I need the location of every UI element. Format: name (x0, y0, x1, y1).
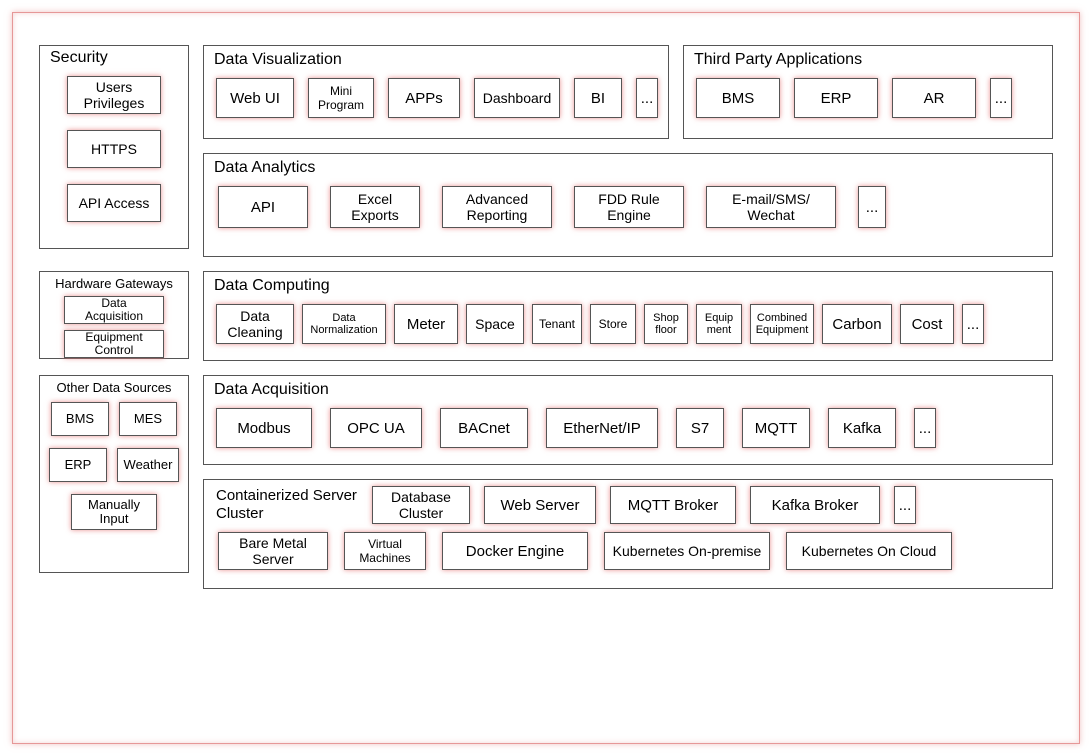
sc-docker-engine: Docker Engine (442, 532, 588, 570)
da-fdd: FDD Rule Engine (574, 186, 684, 228)
other-data-sources-panel: Other Data Sources BMS MES ERP Weather M… (39, 375, 189, 573)
daq-s7: S7 (676, 408, 724, 448)
data-analytics-title: Data Analytics (214, 158, 1044, 178)
dc-shop-floor: Shop floor (644, 304, 688, 344)
dc-combined-equipment: Combined Equipment (750, 304, 814, 344)
sc-k8s-onprem: Kubernetes On-premise (604, 532, 770, 570)
daq-more: ... (914, 408, 936, 448)
other-data-sources-title: Other Data Sources (46, 380, 182, 396)
right-bottom-group: Data Acquisition Modbus OPC UA BACnet Et… (203, 375, 1053, 589)
data-computing-title: Data Computing (214, 276, 1044, 296)
daq-opc-ua: OPC UA (330, 408, 422, 448)
hw-data-acquisition: Data Acquisition (64, 296, 164, 324)
dc-carbon: Carbon (822, 304, 892, 344)
sc-k8s-cloud: Kubernetes On Cloud (786, 532, 952, 570)
data-acquisition-title: Data Acquisition (214, 380, 1044, 400)
daq-modbus: Modbus (216, 408, 312, 448)
data-visualization-panel: Data Visualization Web UI Mini Program A… (203, 45, 669, 139)
tp-bms: BMS (696, 78, 780, 118)
sc-database-cluster: Database Cluster (372, 486, 470, 524)
security-users-privileges: Users Privileges (67, 76, 161, 114)
viz-mini-program: Mini Program (308, 78, 374, 118)
da-reporting: Advanced Reporting (442, 186, 552, 228)
security-panel: Security Users Privileges HTTPS API Acce… (39, 45, 189, 249)
ods-mes: MES (119, 402, 177, 436)
sc-virtual-machines: Virtual Machines (344, 532, 426, 570)
tp-erp: ERP (794, 78, 878, 118)
data-acquisition-panel: Data Acquisition Modbus OPC UA BACnet Et… (203, 375, 1053, 465)
security-api-access: API Access (67, 184, 161, 222)
data-computing-panel: Data Computing Data Cleaning Data Normal… (203, 271, 1053, 361)
da-api: API (218, 186, 308, 228)
daq-ethernet-ip: EtherNet/IP (546, 408, 658, 448)
dc-space: Space (466, 304, 524, 344)
viz-apps: APPs (388, 78, 460, 118)
tp-more: ... (990, 78, 1012, 118)
hardware-gateways-title: Hardware Gateways (46, 276, 182, 292)
ods-bms: BMS (51, 402, 109, 436)
daq-kafka: Kafka (828, 408, 896, 448)
ods-manually-input: Manually Input (71, 494, 157, 530)
da-email-sms: E-mail/SMS/ Wechat (706, 186, 836, 228)
sc-more: ... (894, 486, 916, 524)
data-visualization-title: Data Visualization (214, 50, 660, 70)
security-title: Security (50, 48, 180, 68)
viz-bi: BI (574, 78, 622, 118)
daq-bacnet: BACnet (440, 408, 528, 448)
da-more: ... (858, 186, 886, 228)
hw-equipment-control: Equipment Control (64, 330, 164, 358)
third-party-panel: Third Party Applications BMS ERP AR ... (683, 45, 1053, 139)
viz-more: ... (636, 78, 658, 118)
dc-tenant: Tenant (532, 304, 582, 344)
dc-meter: Meter (394, 304, 458, 344)
dc-data-cleaning: Data Cleaning (216, 304, 294, 344)
viz-dashboard: Dashboard (474, 78, 560, 118)
third-party-title: Third Party Applications (694, 50, 1044, 70)
dc-equipment: Equip ment (696, 304, 742, 344)
hardware-gateways-panel: Hardware Gateways Data Acquisition Equip… (39, 271, 189, 359)
dc-data-normalization: Data Normalization (302, 304, 386, 344)
sc-mqtt-broker: MQTT Broker (610, 486, 736, 524)
dc-cost: Cost (900, 304, 954, 344)
dc-store: Store (590, 304, 636, 344)
sc-bare-metal: Bare Metal Server (218, 532, 328, 570)
security-https: HTTPS (67, 130, 161, 168)
dc-more: ... (962, 304, 984, 344)
sc-web-server: Web Server (484, 486, 596, 524)
right-top-group: Data Visualization Web UI Mini Program A… (203, 45, 1053, 257)
ods-erp: ERP (49, 448, 107, 482)
da-excel: Excel Exports (330, 186, 420, 228)
daq-mqtt: MQTT (742, 408, 810, 448)
tp-ar: AR (892, 78, 976, 118)
data-analytics-panel: Data Analytics API Excel Exports Advance… (203, 153, 1053, 257)
architecture-diagram: Security Users Privileges HTTPS API Acce… (12, 12, 1080, 744)
server-cluster-panel: Containerized Server Cluster Database Cl… (203, 479, 1053, 589)
sc-kafka-broker: Kafka Broker (750, 486, 880, 524)
ods-weather: Weather (117, 448, 179, 482)
server-cluster-title: Containerized Server Cluster (214, 487, 358, 523)
viz-web-ui: Web UI (216, 78, 294, 118)
